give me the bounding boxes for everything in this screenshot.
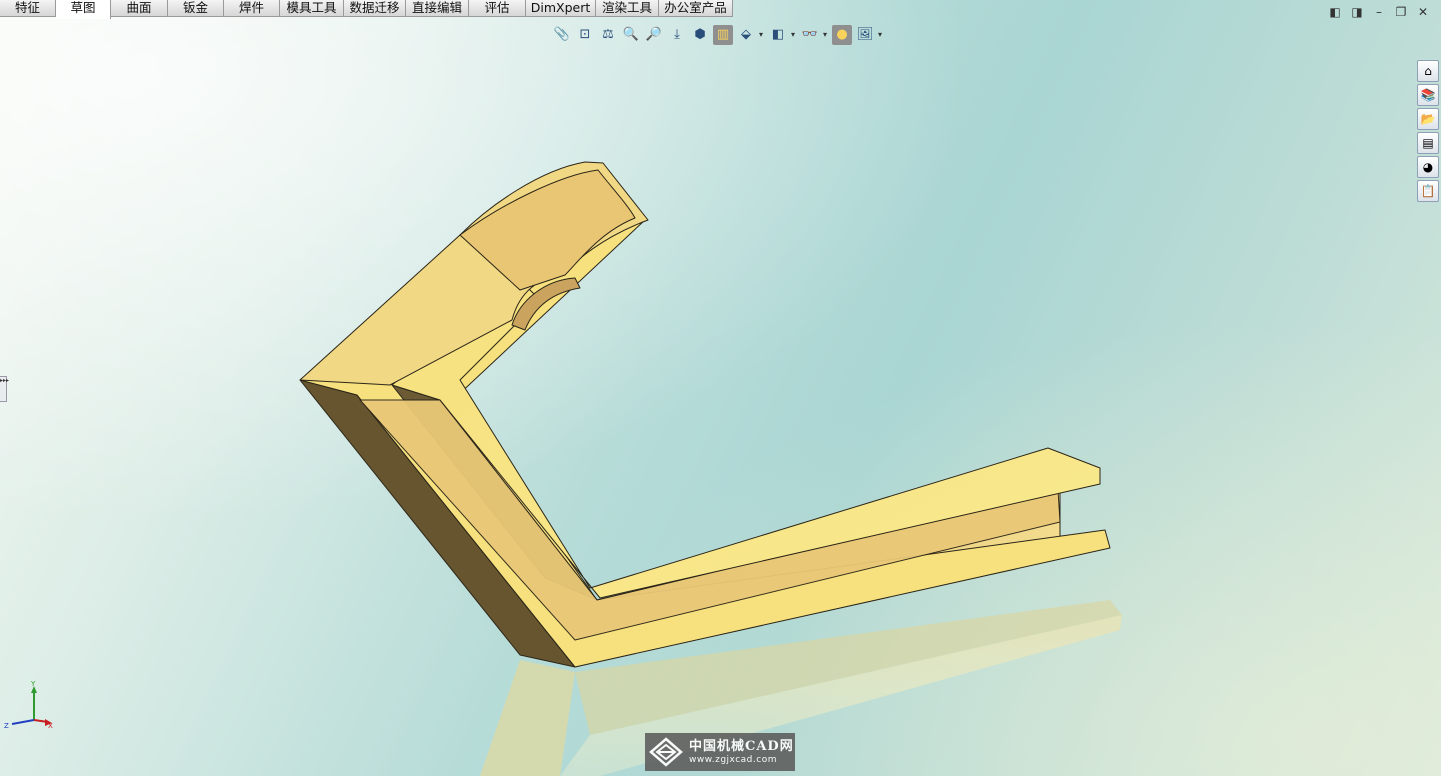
file-explorer-icon[interactable]: 📂 — [1417, 108, 1439, 130]
close-icon[interactable]: ✕ — [1415, 5, 1431, 19]
pane-right-icon[interactable]: ◨ — [1349, 5, 1365, 19]
hide-show-items-icon[interactable]: 👓 — [800, 25, 820, 45]
zoom-to-area-icon[interactable]: ⚖ — [598, 25, 618, 45]
pane-left-icon[interactable]: ◧ — [1327, 5, 1343, 19]
window-controls: ◧ ◨ – ❐ ✕ — [1327, 5, 1431, 19]
tab-data-migration[interactable]: 数据迁移 — [344, 0, 406, 17]
custom-properties-icon[interactable]: 📋 — [1417, 180, 1439, 202]
view-palette-icon[interactable]: ▤ — [1417, 132, 1439, 154]
apply-scene-icon[interactable]: 🖼 — [855, 25, 875, 45]
tab-surfaces[interactable]: 曲面 — [111, 0, 168, 17]
tab-render-tools[interactable]: 渲染工具 — [596, 0, 659, 17]
watermark-title: 中国机械CAD网 — [689, 738, 794, 754]
heads-up-view-toolbar: 📎 ⊡ ⚖ 🔍 🔎 ⤓ ⬢ ▥ ⬙ ▾ ◧ ▾ 👓 ▾ ● 🖼 ▾ — [552, 24, 884, 46]
chevron-down-icon[interactable]: ▾ — [823, 25, 829, 45]
tab-dimxpert[interactable]: DimXpert — [526, 0, 596, 17]
command-manager-tabs: 特征 草图 曲面 钣金 焊件 模具工具 数据迁移 直接编辑 评估 DimXper… — [0, 0, 733, 19]
task-pane-tabs: ⌂ 📚 📂 ▤ ◕ 📋 — [1417, 60, 1441, 202]
triad-z-axis — [11, 719, 35, 725]
restore-icon[interactable]: ❐ — [1393, 5, 1409, 19]
chevron-down-icon[interactable]: ▾ — [759, 25, 765, 45]
tab-direct-editing[interactable]: 直接编辑 — [406, 0, 469, 17]
minimize-icon[interactable]: – — [1371, 5, 1387, 19]
chevron-down-icon[interactable]: ▾ — [878, 25, 884, 45]
part-model[interactable] — [299, 161, 1111, 668]
edit-appearance-icon[interactable]: ● — [832, 25, 852, 45]
tab-evaluate[interactable]: 评估 — [469, 0, 526, 17]
watermark-logo-icon — [649, 737, 683, 767]
tab-weldments[interactable]: 焊件 — [224, 0, 280, 17]
watermark-url: www.zgjxcad.com — [689, 754, 777, 765]
standard-views-icon[interactable]: ⬢ — [690, 25, 710, 45]
tab-features[interactable]: 特征 — [0, 0, 56, 17]
appearances-scenes-icon[interactable]: ◕ — [1417, 156, 1439, 178]
triad-x-label: X — [48, 722, 53, 730]
tab-office-products[interactable]: 办公室产品 — [659, 0, 733, 17]
tab-mold-tools[interactable]: 模具工具 — [280, 0, 344, 17]
view-orientation-icon[interactable]: ⬙ — [736, 25, 756, 45]
triad-y-label: Y — [30, 680, 36, 688]
display-style-icon[interactable]: ◧ — [768, 25, 788, 45]
zoom-to-fit-icon[interactable]: ⊡ — [575, 25, 595, 45]
tab-sheet-metal[interactable]: 钣金 — [168, 0, 224, 17]
triad-z-label: Z — [4, 722, 9, 730]
design-library-icon[interactable]: 📚 — [1417, 84, 1439, 106]
rotate-view-icon[interactable]: ⤓ — [667, 25, 687, 45]
measure-icon[interactable]: 📎 — [552, 25, 572, 45]
watermark: 中国机械CAD网 www.zgjxcad.com — [645, 733, 795, 771]
graphics-area[interactable] — [0, 0, 1441, 776]
solidworks-resources-icon[interactable]: ⌂ — [1417, 60, 1439, 82]
chevron-down-icon[interactable]: ▾ — [791, 25, 797, 45]
zoom-selection-icon[interactable]: 🔎 — [644, 25, 664, 45]
feature-manager-expand-handle[interactable]: ▸▸▸ — [0, 376, 9, 402]
tab-sketch[interactable]: 草图 — [56, 0, 111, 19]
section-view-icon[interactable]: ▥ — [713, 25, 733, 45]
zoom-in-out-icon[interactable]: 🔍 — [621, 25, 641, 45]
reference-triad: Y X Z — [4, 680, 53, 730]
